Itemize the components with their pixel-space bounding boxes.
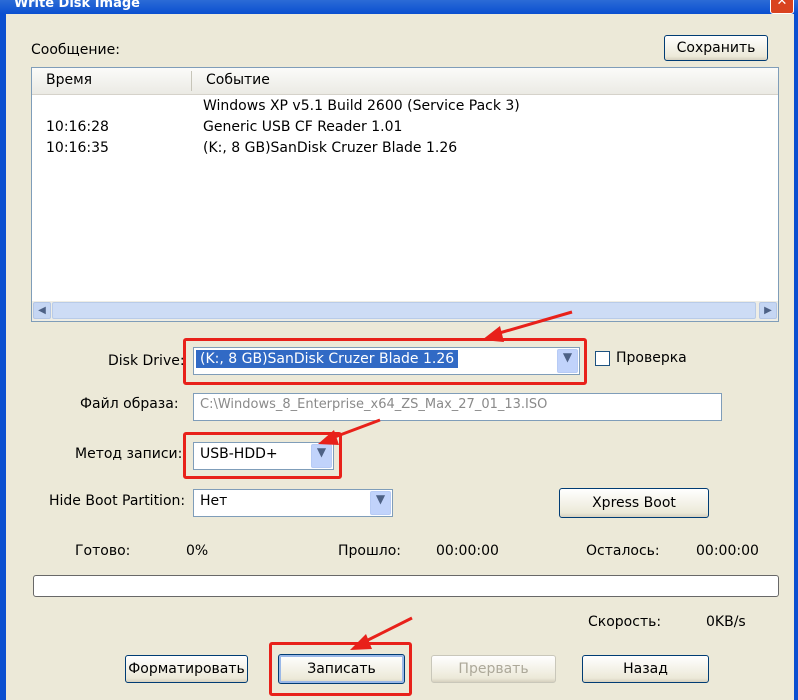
window-title: Write Disk Image: [14, 0, 140, 11]
disk-drive-label: Disk Drive:: [108, 353, 185, 369]
image-file-label: Файл образа:: [80, 396, 179, 412]
log-row-event: Windows XP v5.1 Build 2600 (Service Pack…: [203, 98, 520, 114]
window-frame-right: [794, 14, 798, 700]
abort-button[interactable]: Прервать: [431, 655, 556, 683]
horizontal-scrollbar[interactable]: ◀ ▶: [32, 301, 778, 321]
speed-label: Скорость:: [588, 614, 662, 630]
scroll-right-icon[interactable]: ▶: [759, 302, 777, 319]
write-button[interactable]: Записать: [278, 654, 405, 684]
annotation-arrow: [350, 616, 413, 650]
disk-drive-select[interactable]: (K:, 8 GB)SanDisk Cruzer Blade 1.26 ▼: [193, 347, 580, 375]
scroll-left-icon[interactable]: ◀: [33, 302, 51, 319]
chevron-down-icon[interactable]: ▼: [311, 444, 332, 468]
write-method-value: USB-HDD+: [200, 446, 278, 462]
column-header-event[interactable]: Событие: [206, 72, 270, 88]
chevron-down-icon[interactable]: ▼: [370, 491, 391, 515]
verify-checkbox[interactable]: [595, 351, 610, 366]
log-row-time: 10:16:28: [46, 119, 109, 135]
column-header-time[interactable]: Время: [46, 72, 92, 88]
progress-bar: [33, 575, 779, 597]
chevron-down-icon[interactable]: ▼: [557, 349, 578, 373]
title-bar: Write Disk Image ✕: [0, 0, 798, 14]
format-button[interactable]: Форматировать: [125, 655, 248, 683]
remaining-label: Осталось:: [586, 543, 660, 559]
log-row[interactable]: Windows XP v5.1 Build 2600 (Service Pack…: [32, 98, 772, 118]
log-row[interactable]: 10:16:35 (K:, 8 GB)SanDisk Cruzer Blade …: [32, 140, 772, 160]
window-frame-left: [0, 14, 6, 700]
done-label: Готово:: [75, 543, 131, 559]
log-row-time: 10:16:35: [46, 140, 109, 156]
close-icon[interactable]: ✕: [770, 0, 794, 14]
hide-boot-value: Нет: [200, 493, 228, 509]
message-label: Сообщение:: [31, 42, 120, 58]
disk-drive-value: (K:, 8 GB)SanDisk Cruzer Blade 1.26: [196, 350, 459, 368]
write-method-select[interactable]: USB-HDD+ ▼: [193, 442, 334, 470]
elapsed-label: Прошло:: [338, 543, 402, 559]
column-divider[interactable]: [191, 71, 192, 91]
back-button[interactable]: Назад: [582, 655, 709, 683]
image-file-value: C:\Windows_8_Enterprise_x64_ZS_Max_27_01…: [200, 397, 548, 412]
log-row[interactable]: 10:16:28 Generic USB CF Reader 1.01: [32, 119, 772, 139]
remaining-value: 00:00:00: [696, 543, 759, 559]
done-value: 0%: [186, 543, 209, 559]
write-method-label: Метод записи:: [75, 446, 183, 462]
scrollbar-thumb[interactable]: [52, 302, 756, 319]
elapsed-value: 00:00:00: [436, 543, 499, 559]
xpress-boot-button[interactable]: Xpress Boot: [559, 488, 709, 518]
save-button[interactable]: Сохранить: [664, 35, 768, 61]
image-file-input[interactable]: C:\Windows_8_Enterprise_x64_ZS_Max_27_01…: [193, 393, 722, 421]
hide-boot-label: Hide Boot Partition:: [49, 493, 186, 509]
log-row-event: Generic USB CF Reader 1.01: [203, 119, 403, 135]
verify-label: Проверка: [616, 350, 687, 366]
log-row-event: (K:, 8 GB)SanDisk Cruzer Blade 1.26: [203, 140, 458, 156]
log-list-header: Время Событие: [32, 68, 778, 95]
speed-value: 0KB/s: [706, 614, 746, 630]
hide-boot-select[interactable]: Нет ▼: [193, 489, 393, 517]
log-list[interactable]: Время Событие Windows XP v5.1 Build 2600…: [31, 67, 779, 322]
